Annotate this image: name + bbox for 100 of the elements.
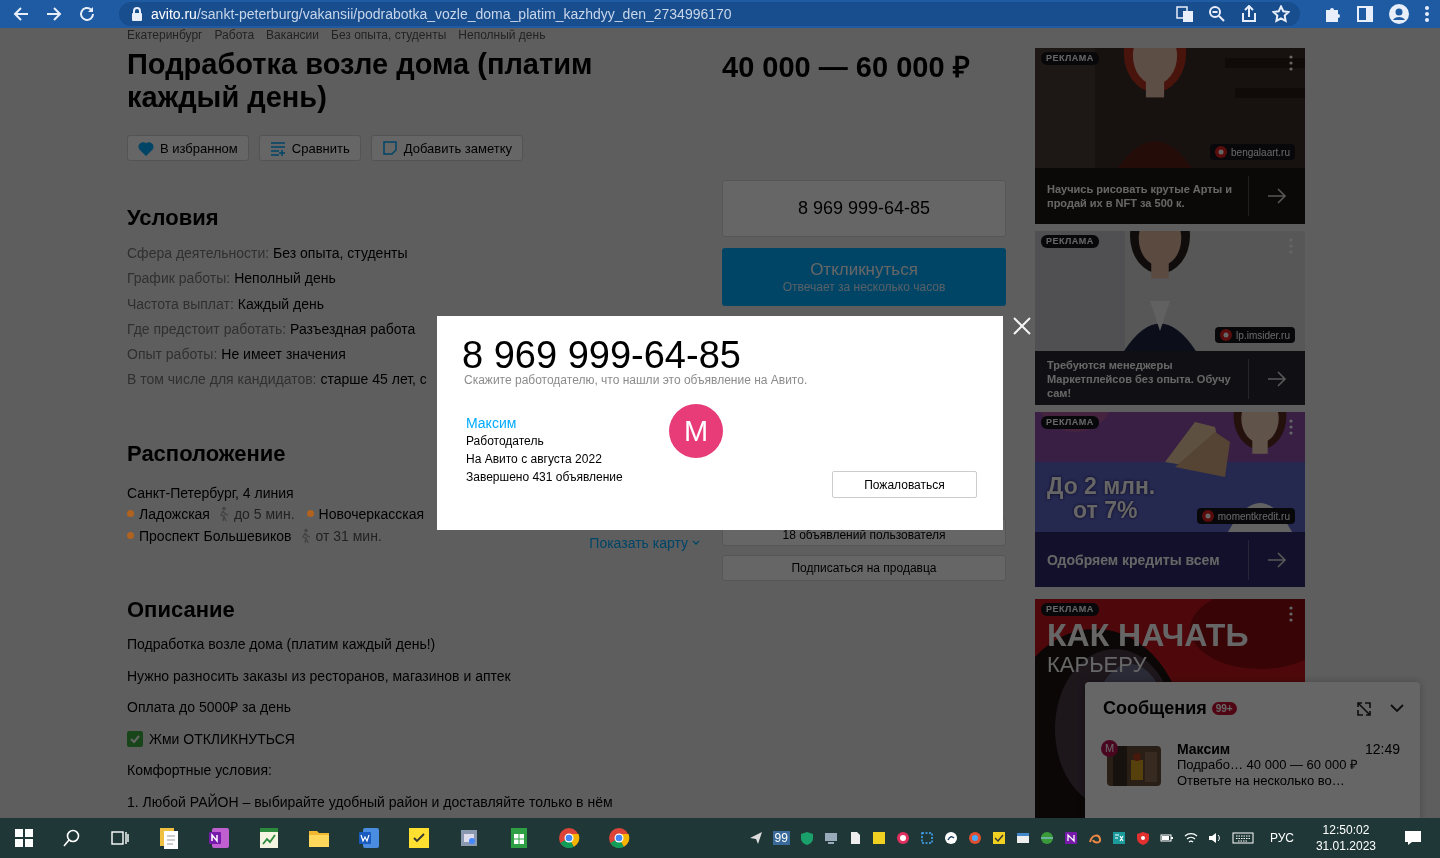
share-icon[interactable]	[1240, 5, 1258, 23]
walk-time: от 31 мин.	[315, 526, 382, 546]
ad-headline: До 2 млн.	[1047, 474, 1156, 498]
description-text: Подработка возле дома (платим каждый день!)	[127, 635, 437, 655]
target-icon[interactable]	[895, 831, 910, 845]
ad-domain: momentkredit.ru	[1196, 508, 1295, 524]
condition-value: Не имеет значения	[221, 345, 346, 365]
lock-icon	[131, 7, 143, 21]
message-time: 12:49	[1364, 741, 1400, 757]
notification-icon[interactable]	[1404, 830, 1422, 846]
ad-label: РЕКЛАМА	[1041, 235, 1099, 248]
ad-card[interactable]: РЕКЛАМА bengalaart.ru Научись рисовать крутые Арты и продай их в NFT за 500 к.	[1035, 48, 1305, 224]
window-icon[interactable]	[1015, 831, 1030, 845]
description-text: 1. Любой РАЙОН – выбирайте удобный район и доставляйте только в нём	[127, 792, 614, 812]
sidebar-icon[interactable]	[1356, 5, 1374, 23]
chart-document-icon[interactable]	[257, 826, 281, 850]
note-icon	[381, 140, 398, 156]
menu-icon[interactable]	[1424, 5, 1430, 23]
tile-icon[interactable]	[1111, 831, 1126, 845]
forward-icon[interactable]	[45, 5, 63, 23]
speaker-icon[interactable]	[1207, 831, 1222, 845]
description-text: Комфортные условия:	[127, 761, 273, 781]
metro-station: Ладожская	[139, 504, 210, 524]
check-mark-icon	[127, 730, 143, 747]
paper-plane-icon[interactable]	[748, 831, 763, 845]
description-text: Оплата до 5000₽ за день	[127, 698, 292, 718]
browser-icon[interactable]	[607, 826, 631, 850]
walk-time: до 5 мин.	[233, 504, 295, 524]
compare-button[interactable]: Сравнить	[258, 135, 361, 161]
logo-icon	[1220, 329, 1233, 341]
condition-value: Каждый день	[237, 294, 325, 314]
sticky-note-icon[interactable]	[407, 826, 431, 850]
language-indicator[interactable]: РУС	[1269, 831, 1294, 845]
circle-icon[interactable]	[943, 831, 958, 845]
translate-icon[interactable]	[1176, 5, 1194, 23]
url-path: /sankt-peterburg/vakansii/podrabotka_vozle_doma_platim_kazhdyy_den_2734996170	[196, 6, 733, 22]
address-text: Санкт-Петербург, 4 линия	[127, 483, 295, 503]
ad-caption: Одобряем кредиты всем	[1047, 550, 1221, 570]
ad-card[interactable]: РЕКЛАМА До 2 млн. от 7% momentkredit.ru Одобряем кредиты всем	[1035, 412, 1305, 587]
notebook-icon[interactable]	[207, 826, 231, 850]
expand-icon[interactable]	[1356, 700, 1372, 717]
seller-since: На Авито с августа 2022	[466, 451, 603, 468]
hint-text: Скажите работодателю, что нашли это объявление на Авито.	[464, 373, 809, 387]
star-icon[interactable]	[1272, 5, 1290, 23]
ad-caption: Требуются менеджеры Маркетплейсов без опыта. Обучу сам!	[1047, 358, 1232, 400]
phone-button[interactable]: 8 969 999-64-85	[722, 180, 1006, 237]
report-button[interactable]: Пожаловаться	[832, 471, 977, 498]
condition-value: Неполный день	[234, 269, 336, 289]
reload-icon[interactable]	[78, 5, 96, 23]
close-icon[interactable]	[1012, 316, 1032, 336]
battery-icon[interactable]	[1159, 831, 1174, 845]
monitor-icon[interactable]	[823, 831, 838, 845]
favorite-button[interactable]: В избранном	[127, 135, 249, 161]
breadcrumb-link[interactable]: Без опыта, студенты	[331, 28, 447, 42]
list-icon	[269, 140, 286, 156]
seller-stats: Завершено 431 объявление	[466, 469, 624, 486]
selection-icon[interactable]	[919, 831, 934, 845]
section-heading: Условия	[127, 205, 219, 231]
seller-name-link[interactable]: Максим	[466, 414, 666, 432]
subscribe-button[interactable]: Подписаться на продавца	[722, 555, 1006, 581]
url-host: avito.ru	[151, 6, 197, 22]
word-document-icon[interactable]	[357, 826, 381, 850]
search-icon[interactable]	[63, 829, 81, 847]
logo-icon	[1201, 510, 1214, 522]
note-button[interactable]: Добавить заметку	[370, 135, 523, 161]
listing-title: Подработка возле дома (платим каждый день)	[127, 48, 594, 114]
logo-icon	[1215, 146, 1228, 158]
condition-value: старше 45 лет, с	[320, 370, 427, 390]
zoom-out-icon[interactable]	[1208, 5, 1226, 23]
caret-icon	[692, 539, 700, 546]
task-view-icon[interactable]	[111, 829, 129, 847]
browser-icon[interactable]	[557, 826, 581, 850]
sticky-note-icon[interactable]	[991, 831, 1006, 845]
windows-icon[interactable]	[15, 829, 33, 847]
breadcrumb-link[interactable]: Работа	[214, 28, 255, 42]
clock[interactable]: 12:50:02 31.01.2023	[1315, 822, 1376, 854]
profile-icon[interactable]	[1389, 4, 1409, 24]
description-text: Нужно разносить заказы из ресторанов, магазинов и аптек	[127, 666, 512, 686]
metro-station: Проспект Большевиков	[139, 526, 292, 546]
metro-station: Новочеркасская	[318, 504, 425, 524]
wifi-icon[interactable]	[1183, 831, 1198, 845]
back-icon[interactable]	[12, 5, 30, 23]
tray-counter[interactable]: 99	[772, 831, 790, 845]
ad-domain: lp.imsider.ru	[1215, 327, 1295, 343]
chevron-icon[interactable]	[1390, 704, 1404, 713]
breadcrumb-link[interactable]: Екатеринбург	[127, 28, 203, 42]
shield-icon[interactable]	[1135, 831, 1150, 845]
circle-icon[interactable]	[967, 831, 982, 845]
breadcrumb-link[interactable]: Вакансии	[266, 28, 319, 42]
ad-caption: Научись рисовать крутые Арты и продай их в NFT за 500 к.	[1047, 182, 1233, 210]
keyboard-icon[interactable]	[1231, 831, 1254, 845]
sticky-note-icon[interactable]	[871, 831, 886, 845]
ad-headline: от 7%	[1073, 498, 1139, 522]
address-bar[interactable]: avito.ru/sankt-peterburg/vakansii/podrabotka_vozle_doma_platim_kazhdyy_den_2734996170	[119, 2, 1300, 26]
documents-icon[interactable]	[157, 826, 181, 850]
puzzle-icon[interactable]	[1323, 5, 1341, 23]
breadcrumb-link[interactable]: Неполный день	[458, 28, 546, 42]
globe-icon[interactable]	[1039, 831, 1054, 845]
notebook-icon[interactable]	[1063, 831, 1078, 845]
section-heading: Описание	[127, 596, 235, 623]
